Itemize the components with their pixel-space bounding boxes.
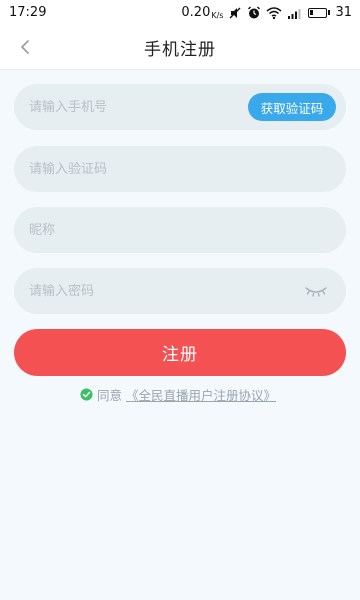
eye-closed-icon[interactable] bbox=[304, 282, 328, 300]
back-button[interactable] bbox=[12, 33, 38, 61]
battery-level: 31 bbox=[335, 5, 352, 20]
agreement-link[interactable]: 《全民直播用户注册协议》 bbox=[126, 385, 276, 404]
check-circle-icon[interactable] bbox=[80, 387, 93, 401]
alarm-icon bbox=[248, 6, 261, 18]
network-speed-unit: K/s bbox=[211, 11, 224, 20]
nickname-field bbox=[14, 207, 346, 253]
page-title: 手机注册 bbox=[144, 39, 216, 60]
app-header: 手机注册 bbox=[0, 25, 360, 70]
agreement-prefix: 同意 bbox=[97, 387, 123, 403]
agreement-row: 同意 《全民直播用户注册协议》 bbox=[80, 385, 276, 403]
mute-icon bbox=[229, 7, 241, 18]
register-button[interactable]: 注册 bbox=[14, 329, 346, 376]
get-code-button[interactable]: 获取验证码 bbox=[248, 93, 336, 121]
password-field bbox=[14, 268, 346, 314]
network-speed: 0.20 K/s bbox=[181, 5, 223, 20]
network-speed-value: 0.20 bbox=[181, 5, 211, 20]
status-icons: 0.20 K/s 31 bbox=[181, 5, 352, 20]
status-time: 17:29 bbox=[9, 5, 47, 20]
battery-icon bbox=[308, 7, 331, 18]
password-input[interactable] bbox=[29, 268, 336, 314]
verification-code-field bbox=[14, 146, 346, 192]
verification-code-input[interactable] bbox=[29, 146, 336, 192]
wifi-icon bbox=[266, 6, 282, 19]
phone-field: 获取验证码 bbox=[14, 84, 346, 130]
signal-icon bbox=[288, 8, 301, 19]
nickname-input[interactable] bbox=[29, 207, 336, 253]
chevron-left-icon bbox=[21, 40, 29, 54]
status-bar: 17:29 0.20 K/s 31 bbox=[0, 0, 360, 25]
